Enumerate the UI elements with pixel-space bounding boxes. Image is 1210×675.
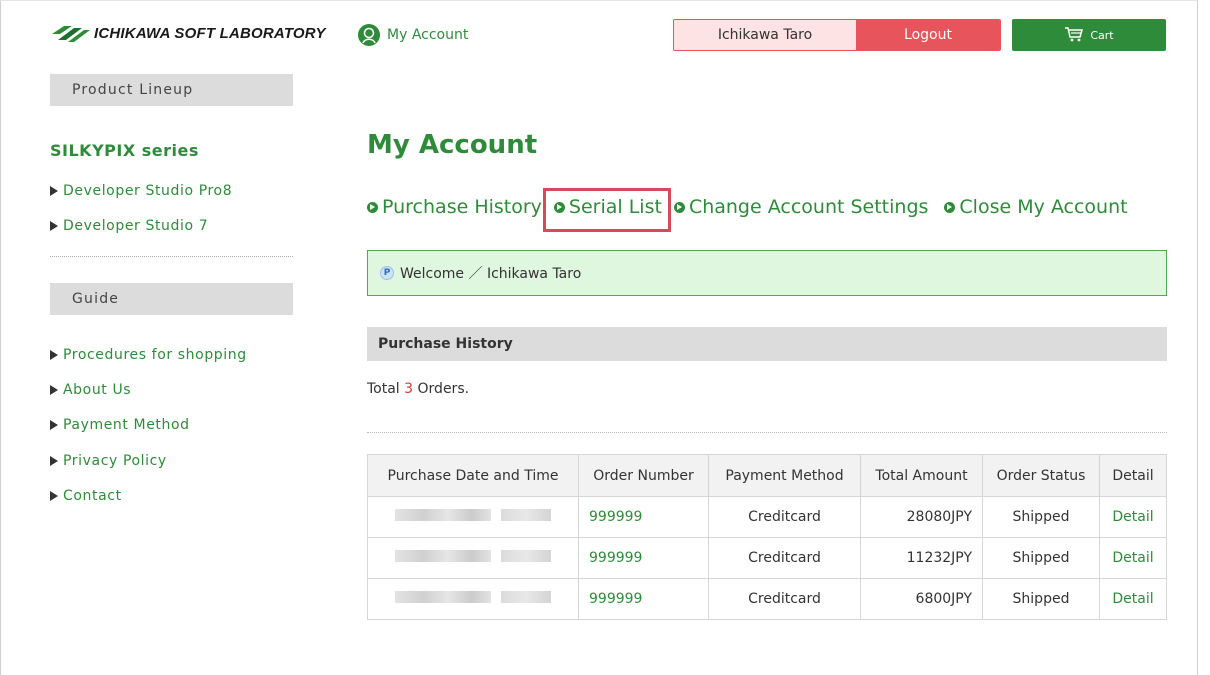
col-header-status: Order Status <box>982 454 1100 497</box>
sidebar-product-studio7[interactable]: Developer Studio 7 <box>50 218 208 234</box>
total-prefix: Total <box>367 381 405 397</box>
purchase-date-redacted <box>367 537 579 579</box>
tab-purchase-history[interactable]: Purchase History <box>367 196 542 218</box>
serial-list-highlight <box>543 188 671 232</box>
order-number-link[interactable]: 999999 <box>578 537 709 579</box>
user-icon <box>358 24 380 46</box>
purchase-date-redacted <box>367 578 579 620</box>
triangle-bullet-icon <box>50 456 58 466</box>
sidebar-item-label: Privacy Policy <box>63 453 167 469</box>
sidebar-product-label: Developer Studio 7 <box>63 218 209 234</box>
account-tabs: Purchase History Serial List Change Acco… <box>367 196 1128 218</box>
content-divider <box>367 432 1167 433</box>
points-icon: P <box>380 266 394 280</box>
col-header-payment: Payment Method <box>708 454 861 497</box>
welcome-banner: P Welcome ／ Ichikawa Taro <box>367 250 1167 296</box>
col-header-amount: Total Amount <box>860 454 983 497</box>
triangle-bullet-icon <box>50 221 58 231</box>
my-account-label: My Account <box>387 27 469 43</box>
col-header-order-number: Order Number <box>578 454 709 497</box>
sidebar-item-about-us[interactable]: About Us <box>50 382 131 398</box>
tab-label: Purchase History <box>382 196 542 218</box>
order-status: Shipped <box>982 496 1100 538</box>
payment-method: Creditcard <box>708 496 861 538</box>
col-header-date: Purchase Date and Time <box>367 454 579 497</box>
tab-label: Close My Account <box>959 196 1128 218</box>
user-session-box: Ichikawa Taro Logout <box>673 19 1001 51</box>
cart-button[interactable]: Cart <box>1012 19 1166 51</box>
order-number-link[interactable]: 999999 <box>578 578 709 620</box>
total-count: 3 <box>404 381 414 397</box>
order-status: Shipped <box>982 537 1100 579</box>
series-title: SILKYPIX series <box>50 141 199 160</box>
purchase-date-redacted <box>367 496 579 538</box>
detail-link[interactable]: Detail <box>1099 537 1167 579</box>
detail-link[interactable]: Detail <box>1099 496 1167 538</box>
brand-name: ICHIKAWA SOFT LABORATORY <box>94 24 326 42</box>
section-title: Purchase History <box>367 327 1167 361</box>
total-suffix: Orders. <box>413 381 470 397</box>
cart-label: Cart <box>1090 28 1114 42</box>
logo-mark-icon <box>50 22 90 44</box>
product-lineup-heading: Product Lineup <box>50 74 293 106</box>
triangle-bullet-icon <box>50 385 58 395</box>
logout-button[interactable]: Logout <box>856 20 1000 50</box>
table-row: 999999 Creditcard 28080JPY Shipped Detai… <box>367 496 1167 538</box>
total-amount: 11232JPY <box>860 537 983 579</box>
sidebar-product-pro8[interactable]: Developer Studio Pro8 <box>50 183 232 199</box>
tab-label: Change Account Settings <box>688 196 929 218</box>
brand-logo[interactable]: ICHIKAWA SOFT LABORATORY <box>50 22 326 44</box>
sidebar-item-label: Procedures for shopping <box>63 347 247 363</box>
sidebar-item-payment-method[interactable]: Payment Method <box>50 417 190 433</box>
table-row: 999999 Creditcard 6800JPY Shipped Detail <box>367 578 1167 620</box>
col-header-detail: Detail <box>1099 454 1167 497</box>
order-status: Shipped <box>982 578 1100 620</box>
order-total: Total 3 Orders. <box>367 381 469 397</box>
tab-close-my-account[interactable]: Close My Account <box>944 196 1128 218</box>
total-amount: 6800JPY <box>860 578 983 620</box>
arrow-bullet-icon <box>367 201 378 213</box>
total-amount: 28080JPY <box>860 496 983 538</box>
detail-link[interactable]: Detail <box>1099 578 1167 620</box>
sidebar-item-label: Payment Method <box>63 417 190 433</box>
tab-change-account-settings[interactable]: Change Account Settings <box>673 196 929 218</box>
triangle-bullet-icon <box>50 491 58 501</box>
cart-icon <box>1064 26 1084 45</box>
triangle-bullet-icon <box>50 186 58 196</box>
table-row: 999999 Creditcard 11232JPY Shipped Detai… <box>367 537 1167 579</box>
payment-method: Creditcard <box>708 578 861 620</box>
triangle-bullet-icon <box>50 420 58 430</box>
triangle-bullet-icon <box>50 350 58 360</box>
page-title: My Account <box>367 130 538 160</box>
sidebar-divider <box>50 256 293 257</box>
orders-table: Purchase Date and Time Order Number Paym… <box>367 454 1167 620</box>
payment-method: Creditcard <box>708 537 861 579</box>
sidebar-item-contact[interactable]: Contact <box>50 488 122 504</box>
table-header-row: Purchase Date and Time Order Number Paym… <box>367 454 1167 497</box>
arrow-bullet-icon <box>673 201 685 213</box>
welcome-text: Welcome ／ Ichikawa Taro <box>400 266 582 282</box>
sidebar-item-label: About Us <box>63 382 132 398</box>
sidebar-item-privacy-policy[interactable]: Privacy Policy <box>50 453 167 469</box>
sidebar-item-procedures[interactable]: Procedures for shopping <box>50 347 247 363</box>
header-my-account-link[interactable]: My Account <box>358 24 468 46</box>
user-name: Ichikawa Taro <box>674 20 856 50</box>
arrow-bullet-icon <box>944 201 956 213</box>
guide-heading: Guide <box>50 283 293 315</box>
sidebar-product-label: Developer Studio Pro8 <box>63 183 233 199</box>
sidebar-item-label: Contact <box>63 488 122 504</box>
order-number-link[interactable]: 999999 <box>578 496 709 538</box>
